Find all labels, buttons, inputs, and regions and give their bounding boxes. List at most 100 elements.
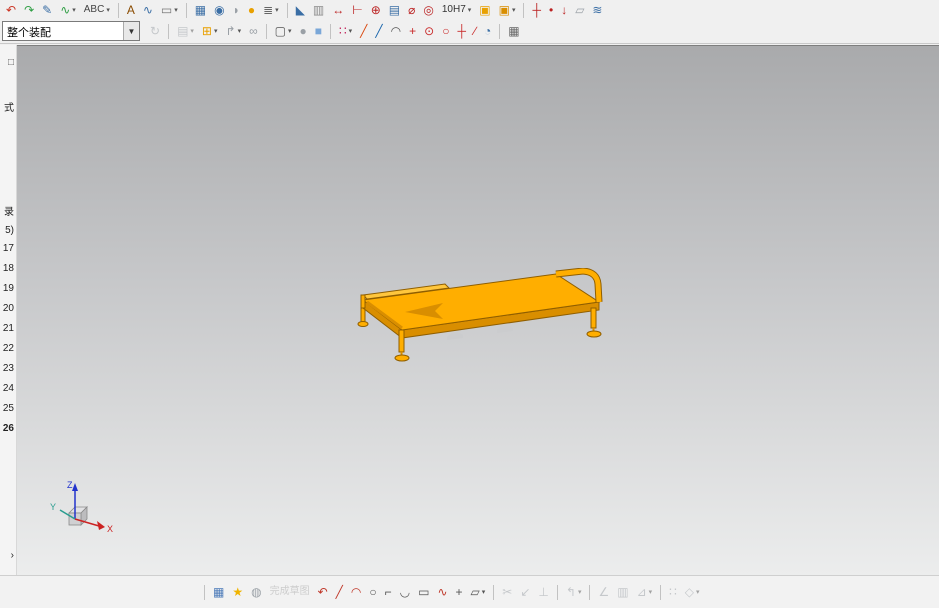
label-style-icon[interactable]: ▭ ▾ — [158, 2, 181, 19]
move-component-icon[interactable]: ↱ ▾ — [223, 23, 245, 40]
point-tool-icon[interactable]: • — [546, 2, 556, 19]
sphere-orange-icon[interactable]: ● — [245, 2, 258, 19]
surface-text-icon[interactable]: ∿ — [140, 2, 156, 19]
dropdown-arrow-icon[interactable]: ▾ — [649, 588, 653, 596]
unite-block-icon[interactable]: ▣ ▾ — [496, 2, 519, 19]
dropdown-arrow-icon[interactable]: ▾ — [482, 588, 486, 596]
orientation-triad[interactable]: Z X Y — [47, 476, 127, 546]
diameter-dimension-icon[interactable]: ⌀ — [405, 2, 418, 19]
add-component-icon[interactable]: ⊞ ▾ — [199, 23, 221, 40]
assembly-scope-combo[interactable]: 整个装配 ▼ — [2, 21, 140, 41]
pin-marker-icon[interactable]: ↓ — [558, 2, 570, 19]
navigator-frame-icon[interactable]: □ — [0, 57, 16, 69]
circle-icon[interactable]: ○ — [366, 584, 379, 601]
dropdown-arrow-icon[interactable]: ▾ — [512, 6, 516, 14]
datum-axis-icon[interactable]: ┼ — [529, 2, 544, 19]
dropdown-arrow-icon[interactable]: ▾ — [468, 6, 472, 14]
target-point-icon[interactable]: ⊕ — [368, 2, 384, 19]
dropdown-arrow-icon[interactable]: ▾ — [275, 6, 279, 14]
layer-stack-icon[interactable]: ≣ ▾ — [260, 2, 282, 19]
datum-grid-icon[interactable]: ▦ — [192, 2, 209, 19]
model-leg[interactable] — [360, 307, 366, 323]
assembly-constraints-icon[interactable]: ∞ — [246, 23, 261, 40]
snap-endpoint-icon[interactable]: ╱ — [357, 23, 370, 40]
studio-spline-icon[interactable]: ↶ — [3, 2, 19, 19]
navigator-item[interactable]: 20 — [0, 303, 16, 315]
screen-display-icon[interactable]: ▤ — [386, 2, 403, 19]
navigator-item[interactable]: 21 — [0, 323, 16, 335]
dropdown-arrow-icon[interactable]: ▾ — [190, 27, 194, 35]
snap-existing-point-icon[interactable]: ┼ — [454, 23, 469, 40]
snap-quadrant-icon[interactable]: ○ — [439, 23, 452, 40]
snap-point-menu-icon[interactable]: ∷ ▾ — [336, 23, 355, 40]
snap-sphere-icon[interactable]: ● — [297, 23, 310, 40]
sheet-body-icon[interactable]: ▱ — [572, 2, 587, 19]
model-rail-post[interactable] — [360, 294, 366, 309]
art-spline-icon[interactable]: ↷ — [21, 2, 37, 19]
extrude-block-icon[interactable]: ▣ — [476, 2, 493, 19]
navigator-item[interactable]: 式 — [0, 103, 16, 115]
sew-surface-icon[interactable]: ≋ — [589, 2, 605, 19]
snap-control-point-icon[interactable]: ◠ — [388, 23, 404, 40]
arc-icon[interactable]: ◠ — [348, 584, 364, 601]
sphere-tool-icon[interactable]: ◉ — [211, 2, 227, 19]
text-tool-icon[interactable]: A — [124, 2, 138, 19]
point-icon[interactable]: + — [453, 584, 466, 601]
render-checker-icon[interactable]: ◍ — [248, 584, 264, 601]
combo-dropdown-icon[interactable]: ▼ — [123, 22, 139, 40]
tolerance-combo[interactable]: 10H7 ▾ — [439, 2, 474, 19]
navigator-item[interactable]: 22 — [0, 343, 16, 355]
navigator-expand-chevron[interactable]: › — [0, 550, 16, 562]
rectangle-icon[interactable]: ▭ — [415, 584, 432, 601]
snap-cube-icon[interactable]: ■ — [312, 23, 325, 40]
model-leg[interactable] — [398, 329, 405, 353]
navigator-item[interactable]: 23 — [0, 363, 16, 375]
navigator-item[interactable]: 26 — [0, 423, 16, 435]
dropdown-arrow-icon[interactable]: ▾ — [174, 6, 178, 14]
dropdown-arrow-icon[interactable]: ▾ — [214, 27, 218, 35]
navigator-item[interactable]: 18 — [0, 263, 16, 275]
navigator-item[interactable]: 5) — [0, 225, 16, 237]
profile-icon[interactable]: ↶ — [315, 584, 331, 601]
model-3d[interactable] — [347, 268, 637, 383]
snap-arc-center-icon[interactable]: ⊙ — [421, 23, 437, 40]
dropdown-arrow-icon[interactable]: ▾ — [238, 27, 242, 35]
arc-corner-icon[interactable]: ⌐ — [382, 584, 395, 601]
line-icon[interactable]: ╱ — [333, 584, 346, 601]
abc-annotation-icon[interactable]: ABC ▾ — [81, 2, 113, 19]
selection-filter-icon[interactable]: ▢ ▾ — [272, 23, 295, 40]
fit-curve-icon[interactable]: ∿ ▾ — [57, 2, 79, 19]
snap-point-on-curve-icon[interactable]: ∕ — [471, 23, 479, 40]
dropdown-arrow-icon[interactable]: ▾ — [696, 588, 700, 596]
dropdown-arrow-icon[interactable]: ▾ — [288, 27, 292, 35]
navigator-item[interactable]: 17 — [0, 243, 16, 255]
dropdown-arrow-icon[interactable]: ▾ — [349, 27, 353, 35]
sketch-star-icon[interactable]: ★ — [229, 584, 246, 601]
ruler-icon[interactable]: ▥ — [310, 2, 327, 19]
snap-intersection-icon[interactable]: + — [406, 23, 419, 40]
snap-point-on-face-icon[interactable]: ◔ — [481, 23, 494, 40]
fillet-icon[interactable]: ◡ — [397, 584, 413, 601]
model-leg[interactable] — [590, 307, 597, 329]
model-foot[interactable] — [394, 354, 410, 362]
distance-dimension-icon[interactable]: ⊢ — [349, 2, 365, 19]
linear-dimension-icon[interactable]: ↔ — [329, 2, 347, 19]
offset-curve-icon[interactable]: ▱ ▾ — [468, 584, 489, 601]
dropdown-arrow-icon[interactable]: ▾ — [106, 6, 110, 14]
model-foot[interactable] — [357, 321, 369, 327]
radial-dimension-icon[interactable]: ◎ — [420, 2, 436, 19]
navigator-item[interactable]: 25 — [0, 403, 16, 415]
navigator-item[interactable]: 24 — [0, 383, 16, 395]
navigator-item[interactable]: 19 — [0, 283, 16, 295]
model-foot[interactable] — [586, 330, 602, 338]
snap-midpoint-icon[interactable]: ╱ — [372, 23, 385, 40]
curve-pencil-icon[interactable]: ✎ — [39, 2, 55, 19]
shell-tool-icon[interactable]: ◗ — [230, 2, 243, 19]
studio-spline-curve-icon[interactable]: ∿ — [434, 584, 450, 601]
data-table-icon[interactable]: ▦ — [505, 23, 522, 40]
dropdown-arrow-icon[interactable]: ▾ — [578, 588, 582, 596]
dropdown-arrow-icon[interactable]: ▾ — [72, 6, 76, 14]
sketch-scene-icon[interactable]: ▦ — [210, 584, 227, 601]
angle-tool-icon[interactable]: ◣ — [293, 2, 308, 19]
navigator-item[interactable]: 录 — [0, 207, 16, 219]
